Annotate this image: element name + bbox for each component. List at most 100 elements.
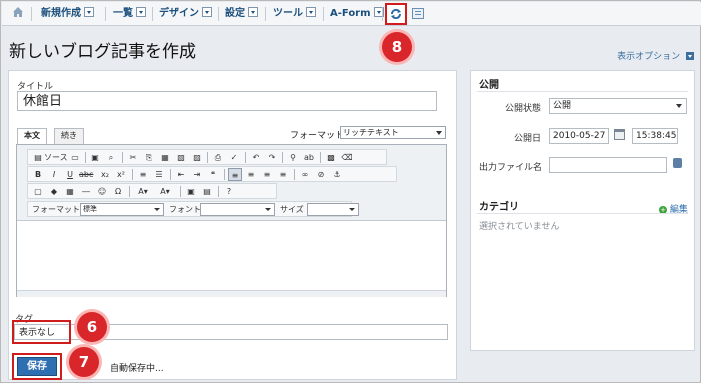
menu-tools[interactable]: ツール (273, 2, 316, 26)
underline-icon[interactable]: U (63, 168, 77, 181)
list-view-icon[interactable] (412, 8, 424, 19)
print-icon[interactable]: ⎙ (211, 151, 225, 164)
chevron-down-icon[interactable] (248, 7, 258, 17)
menu-separator (152, 7, 153, 21)
toolbar-row: B I U abc x₂ x² ≡ ☰ ⇤ ⇥ ❝ ≡ ≡ ≡ ≡ ∞ ⊘ ⚓ (27, 166, 397, 182)
view-options-link[interactable]: 表示オプション (617, 49, 694, 62)
link-icon[interactable]: ∞ (298, 168, 312, 181)
image-icon[interactable]: ▢ (31, 185, 45, 198)
status-label: 公開状態 (504, 104, 541, 114)
undo-icon[interactable]: ↶ (249, 151, 263, 164)
time-input[interactable]: 15:38:45 (632, 128, 678, 144)
align-center-icon[interactable]: ≡ (244, 168, 258, 181)
bold-icon[interactable]: B (31, 168, 45, 181)
anchor-icon[interactable]: ⚓ (330, 168, 344, 181)
menu-aform[interactable]: A-Form (330, 2, 384, 26)
menu-list[interactable]: 一覧 (113, 2, 146, 26)
toolbar-separator (132, 169, 133, 180)
category-empty-text: 選択されていません (479, 222, 560, 232)
toolbar-row: フォーマット 標準 フォント サイズ (27, 201, 359, 217)
paste-word-icon[interactable]: ▨ (190, 151, 204, 164)
flash-icon[interactable]: ◆ (47, 185, 61, 198)
blockquote-icon[interactable]: ❝ (206, 168, 220, 181)
toolbar-separator (170, 169, 171, 180)
save-button[interactable]: 保存 (17, 357, 57, 376)
menu-new[interactable]: 新規作成 (41, 2, 94, 26)
unlink-icon[interactable]: ⊘ (314, 168, 328, 181)
date-input[interactable]: 2010-05-27 (549, 128, 609, 144)
text-color-icon[interactable]: A▾ (133, 185, 153, 198)
bulleted-list-icon[interactable]: ☰ (152, 168, 166, 181)
save-icon[interactable]: ▣ (88, 151, 102, 164)
callout-badge-8: 8 (382, 32, 412, 62)
chevron-down-icon[interactable] (84, 7, 94, 17)
cut-icon[interactable]: ✂ (126, 151, 140, 164)
chevron-down-icon[interactable] (136, 7, 146, 17)
toolbar-separator (294, 169, 295, 180)
toolbar-row: ▤ ソース ▭ ▣ ⌕ ✂ ⎘ ▦ ▧ ▨ ⎙ ✓ ↶ ↷ ⚲ ab ▩ ⌫ (27, 149, 387, 165)
toolbar-separator (207, 152, 208, 163)
special-char-icon[interactable]: Ω (111, 185, 125, 198)
find-icon[interactable]: ⚲ (286, 151, 300, 164)
refresh-icon[interactable] (389, 7, 403, 21)
menu-separator (31, 7, 32, 21)
rich-text-editor: ▤ ソース ▭ ▣ ⌕ ✂ ⎘ ▦ ▧ ▨ ⎙ ✓ ↶ ↷ ⚲ ab ▩ ⌫ B… (16, 144, 447, 297)
filename-input[interactable] (549, 157, 667, 173)
menu-settings[interactable]: 設定 (225, 2, 258, 26)
subscript-icon[interactable]: x₂ (98, 168, 112, 181)
calendar-icon[interactable] (614, 129, 625, 140)
strikethrough-icon[interactable]: abc (79, 168, 93, 181)
source-button[interactable]: ソース (44, 151, 68, 164)
redo-icon[interactable]: ↷ (265, 151, 279, 164)
remove-format-icon[interactable]: ⌫ (340, 151, 354, 164)
chevron-down-icon[interactable] (686, 52, 694, 60)
home-icon[interactable] (11, 2, 25, 26)
maximize-icon[interactable]: ▣ (184, 185, 198, 198)
format-combo[interactable]: 標準 (80, 203, 164, 216)
italic-icon[interactable]: I (47, 168, 61, 181)
superscript-icon[interactable]: x² (114, 168, 128, 181)
spellcheck-icon[interactable]: ✓ (227, 151, 241, 164)
align-right-icon[interactable]: ≡ (260, 168, 274, 181)
indent-icon[interactable]: ⇥ (190, 168, 204, 181)
title-input[interactable]: 休館日 (17, 91, 437, 111)
numbered-list-icon[interactable]: ≡ (136, 168, 150, 181)
smiley-icon[interactable]: ☺ (95, 185, 109, 198)
replace-icon[interactable]: ab (302, 151, 316, 164)
help-icon[interactable]: ? (222, 185, 236, 198)
app-window: 新規作成 一覧 デザイン 設定 ツール A-Form 8 新しいブログ記事を作成… (0, 0, 701, 383)
align-left-icon[interactable]: ≡ (228, 168, 242, 181)
preview-icon[interactable]: ▭ (68, 151, 82, 164)
copy-icon[interactable]: ⎘ (142, 151, 156, 164)
paste-icon[interactable]: ▦ (158, 151, 172, 164)
table-icon[interactable]: ▦ (63, 185, 77, 198)
lock-icon[interactable] (673, 158, 682, 168)
align-justify-icon[interactable]: ≡ (276, 168, 290, 181)
editor-resize-handle[interactable] (17, 290, 446, 297)
date-label: 公開日 (513, 134, 541, 144)
size-combo[interactable] (307, 203, 359, 216)
menu-separator (265, 7, 266, 21)
category-heading: カテゴリ (479, 202, 519, 213)
paste-text-icon[interactable]: ▧ (174, 151, 188, 164)
editor-content-area[interactable] (17, 222, 446, 296)
toolbar-separator (122, 152, 123, 163)
outdent-icon[interactable]: ⇤ (174, 168, 188, 181)
chevron-down-icon[interactable] (306, 7, 316, 17)
menu-separator (105, 7, 106, 21)
tab-more[interactable]: 続き (54, 128, 84, 144)
main-panel: タイトル 休館日 本文 続き フォーマット: リッチテキスト ▤ ソース ▭ ▣… (8, 70, 457, 380)
menu-design[interactable]: デザイン (159, 2, 212, 26)
toolbar-separator (245, 152, 246, 163)
show-blocks-icon[interactable]: ▤ (200, 185, 214, 198)
preview-page-icon[interactable]: ⌕ (104, 151, 118, 164)
font-combo[interactable] (200, 203, 275, 216)
select-all-icon[interactable]: ▩ (324, 151, 338, 164)
background-color-icon[interactable]: A▾ (155, 185, 175, 198)
format-select[interactable]: リッチテキスト (340, 126, 446, 139)
chevron-down-icon[interactable] (202, 7, 212, 17)
horizontal-rule-icon[interactable]: ― (79, 185, 93, 198)
status-select[interactable]: 公開 (549, 98, 687, 114)
tab-body[interactable]: 本文 (17, 128, 47, 145)
source-icon[interactable]: ▤ (31, 151, 45, 164)
